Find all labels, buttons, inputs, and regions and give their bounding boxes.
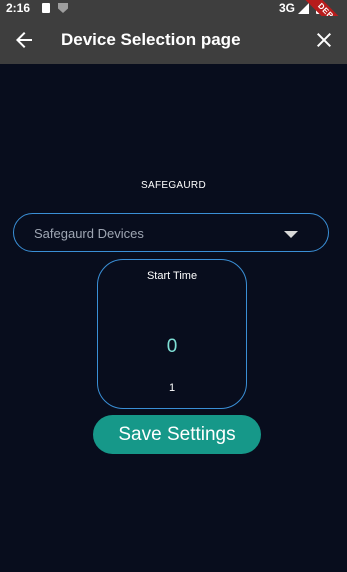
section-label: SAFEGAURD: [141, 180, 206, 191]
chevron-down-icon: [284, 231, 298, 238]
network-type: 3G: [278, 1, 295, 15]
shield-icon: [58, 3, 68, 13]
page-title: Device Selection page: [61, 30, 241, 49]
dropdown-selected-value: Safegaurd Devices: [34, 226, 144, 241]
save-settings-button[interactable]: Save Settings: [93, 415, 261, 454]
signal-icon: [298, 3, 309, 14]
arrow-back-icon[interactable]: [12, 28, 36, 52]
close-icon[interactable]: [312, 28, 336, 52]
status-time: 2:16: [6, 1, 31, 15]
start-time-selected-value[interactable]: 0: [98, 336, 246, 358]
app-bar: Device Selection page: [0, 16, 347, 64]
start-time-picker[interactable]: Start Time 0 1: [97, 259, 247, 409]
status-bar: 2:16 3G DEBUG: [0, 0, 347, 45]
start-time-title: Start Time: [146, 270, 198, 282]
start-time-next-value[interactable]: 1: [98, 382, 246, 394]
sd-card-icon: [42, 3, 50, 13]
device-dropdown[interactable]: Safegaurd Devices: [13, 213, 329, 252]
